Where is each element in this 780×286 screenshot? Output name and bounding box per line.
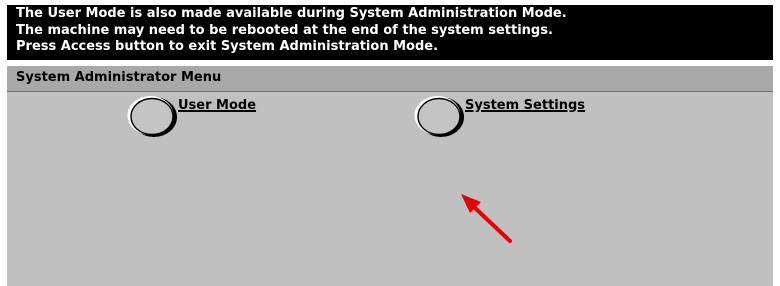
round-button-icon bbox=[127, 96, 177, 137]
menu-title: System Administrator Menu bbox=[16, 70, 222, 85]
round-button-icon bbox=[414, 96, 464, 137]
message-bar: The User Mode is also made available dur… bbox=[7, 5, 773, 60]
user-mode-label: User Mode bbox=[178, 98, 257, 113]
menu-title-bar: System Administrator Menu bbox=[7, 66, 773, 92]
system-settings-button[interactable]: System Settings bbox=[412, 95, 585, 139]
message-line-1: The User Mode is also made available dur… bbox=[16, 6, 567, 21]
message-line-3: Press Access button to exit System Admin… bbox=[16, 39, 439, 54]
system-settings-label: System Settings bbox=[465, 98, 586, 113]
user-mode-button[interactable]: User Mode bbox=[125, 95, 256, 139]
touch-screen: The User Mode is also made available dur… bbox=[0, 0, 780, 286]
system-administrator-menu-panel: System Administrator Menu bbox=[7, 66, 773, 286]
message-line-2: The machine may need to be rebooted at t… bbox=[16, 22, 553, 38]
